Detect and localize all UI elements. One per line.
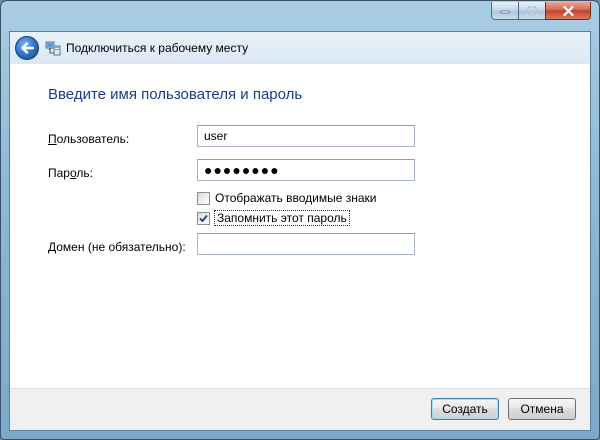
navigation-bar: Подключиться к рабочему месту (10, 32, 590, 64)
show-chars-checkbox-box[interactable] (197, 191, 210, 205)
cancel-button[interactable]: Отмена (508, 398, 576, 420)
back-button[interactable] (15, 36, 39, 60)
domain-field[interactable] (197, 233, 415, 255)
remember-password-checkbox-box[interactable] (197, 211, 210, 225)
password-field[interactable]: ●●●●●●●● (197, 159, 415, 181)
caption-buttons (491, 2, 591, 20)
form-heading: Введите имя пользователя и пароль (48, 86, 303, 103)
show-chars-checkbox[interactable]: Отображать вводимые знаки (197, 190, 376, 206)
minimize-button[interactable] (491, 2, 518, 20)
domain-label: Домен (не обязательно): (48, 240, 186, 254)
username-field[interactable]: user (197, 125, 415, 147)
maximize-icon (527, 6, 537, 15)
dialog-content: Подключиться к рабочему месту Введите им… (9, 31, 591, 431)
password-label: Пароль: (48, 166, 93, 180)
back-arrow-icon (21, 42, 34, 54)
password-value: ●●●●●●●● (204, 162, 280, 178)
checkmark-icon (199, 214, 208, 222)
close-icon (562, 5, 574, 16)
username-label-text: ользователь: (56, 132, 130, 146)
remember-password-checkbox[interactable]: Запомнить этот пароль (197, 210, 350, 226)
minimize-icon (500, 10, 510, 13)
remember-password-label: Запомнить этот пароль (214, 210, 350, 226)
username-label: Пользователь: (48, 132, 130, 146)
username-value: user (204, 129, 228, 143)
create-button[interactable]: Создать (431, 398, 499, 420)
dialog-window: Подключиться к рабочему месту Введите им… (0, 0, 600, 440)
show-chars-label: Отображать вводимые знаки (215, 191, 377, 205)
button-bar: Создать Отмена (10, 388, 590, 430)
network-workplace-icon (45, 41, 61, 56)
maximize-button[interactable] (518, 2, 545, 20)
close-button[interactable] (545, 2, 591, 20)
page-title: Подключиться к рабочему месту (66, 41, 249, 55)
